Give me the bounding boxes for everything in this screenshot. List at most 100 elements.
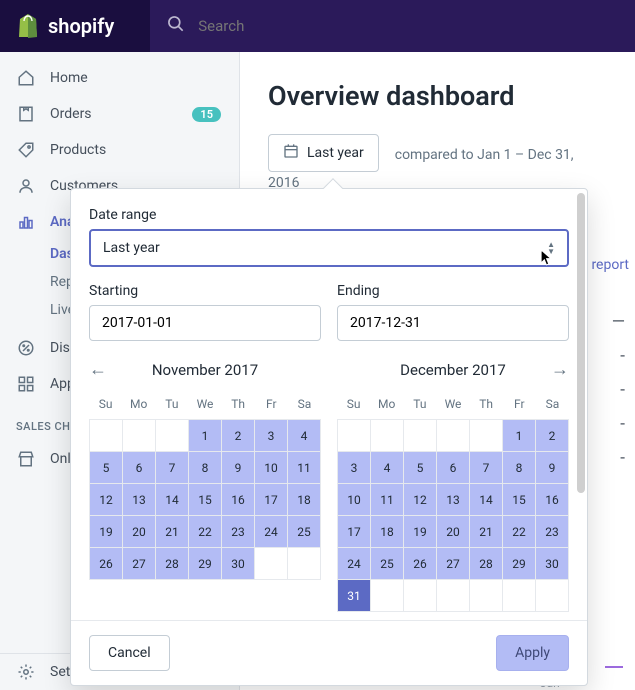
calendar-day[interactable]: 3 xyxy=(338,452,371,484)
calendar-day[interactable]: 12 xyxy=(404,484,437,516)
calendar-day[interactable]: 21 xyxy=(156,516,189,548)
calendar-day[interactable]: 25 xyxy=(288,516,321,548)
calendar-day[interactable]: 5 xyxy=(404,452,437,484)
calendar-day[interactable]: 24 xyxy=(338,548,371,580)
calendar-day xyxy=(156,420,189,452)
calendar-prev-icon[interactable]: ← xyxy=(89,359,107,381)
calendar-day[interactable]: 3 xyxy=(255,420,288,452)
cancel-button[interactable]: Cancel xyxy=(89,635,170,671)
sidebar-item-products[interactable]: Products xyxy=(0,132,239,168)
calendar-day[interactable]: 15 xyxy=(503,484,536,516)
calendar-day[interactable]: 4 xyxy=(371,452,404,484)
calendar-day[interactable]: 22 xyxy=(189,516,222,548)
calendar-day[interactable]: 28 xyxy=(470,548,503,580)
calendar-dow: Th xyxy=(222,391,255,417)
search-bar[interactable] xyxy=(150,0,635,52)
calendar-day xyxy=(536,580,569,612)
calendar-day xyxy=(371,420,404,452)
calendar-day[interactable]: 29 xyxy=(503,548,536,580)
calendar-day[interactable]: 14 xyxy=(156,484,189,516)
apps-icon xyxy=(16,374,36,394)
calendar-day[interactable]: 9 xyxy=(536,452,569,484)
calendar-day[interactable]: 20 xyxy=(123,516,156,548)
calendar-day[interactable]: 11 xyxy=(371,484,404,516)
calendar-day[interactable]: 1 xyxy=(189,420,222,452)
calendar-day[interactable]: 12 xyxy=(90,484,123,516)
calendar-day[interactable]: 13 xyxy=(123,484,156,516)
calendar-day[interactable]: 7 xyxy=(470,452,503,484)
calendar-day[interactable]: 9 xyxy=(222,452,255,484)
calendar-day xyxy=(503,580,536,612)
calendar-day[interactable]: 16 xyxy=(222,484,255,516)
discount-icon xyxy=(16,338,36,358)
calendar-day[interactable]: 23 xyxy=(536,516,569,548)
starting-label: Starting xyxy=(89,283,321,299)
calendar-day[interactable]: 2 xyxy=(222,420,255,452)
view-report-link[interactable]: report xyxy=(591,257,629,273)
calendar-day[interactable]: 4 xyxy=(288,420,321,452)
calendar-day[interactable]: 2 xyxy=(536,420,569,452)
chart-accent xyxy=(605,666,623,668)
calendar-day[interactable]: 6 xyxy=(123,452,156,484)
calendar-day[interactable]: 22 xyxy=(503,516,536,548)
calendar-day[interactable]: 11 xyxy=(288,452,321,484)
calendar-day[interactable]: 18 xyxy=(288,484,321,516)
calendar-day[interactable]: 27 xyxy=(437,548,470,580)
calendar-day[interactable]: 24 xyxy=(255,516,288,548)
calendar-day[interactable]: 27 xyxy=(123,548,156,580)
calendar-day[interactable]: 25 xyxy=(371,548,404,580)
calendar-day[interactable]: 10 xyxy=(338,484,371,516)
sidebar-item-home[interactable]: Home xyxy=(0,60,239,96)
apply-button[interactable]: Apply xyxy=(496,635,569,671)
calendar-dow: Sa xyxy=(536,391,569,417)
calendar-day[interactable]: 5 xyxy=(90,452,123,484)
analytics-icon xyxy=(16,212,36,232)
mouse-cursor-icon xyxy=(540,249,553,270)
ending-input[interactable] xyxy=(337,305,569,341)
calendar-day[interactable]: 28 xyxy=(156,548,189,580)
calendar-day xyxy=(437,580,470,612)
person-icon xyxy=(16,176,36,196)
calendar-dow: We xyxy=(436,391,469,417)
calendar-day[interactable]: 14 xyxy=(470,484,503,516)
calendar-day[interactable]: 30 xyxy=(222,548,255,580)
calendar-dow: Fr xyxy=(503,391,536,417)
logo: shopify xyxy=(0,12,130,40)
calendar-day[interactable]: 1 xyxy=(503,420,536,452)
date-range-button[interactable]: Last year xyxy=(268,134,379,172)
calendar-day[interactable]: 15 xyxy=(189,484,222,516)
calendar-day[interactable]: 8 xyxy=(189,452,222,484)
orders-badge: 15 xyxy=(192,107,221,122)
calendar-day[interactable]: 13 xyxy=(437,484,470,516)
calendar-day[interactable]: 16 xyxy=(536,484,569,516)
date-range-select[interactable]: Last year ▲▼ xyxy=(89,229,569,267)
calendar-day xyxy=(288,548,321,580)
popover-scrollbar[interactable] xyxy=(577,193,585,493)
starting-input[interactable] xyxy=(89,305,321,341)
calendar-day[interactable]: 7 xyxy=(156,452,189,484)
calendar-day[interactable]: 18 xyxy=(371,516,404,548)
calendar-day[interactable]: 20 xyxy=(437,516,470,548)
calendar-day[interactable]: 29 xyxy=(189,548,222,580)
calendar-day[interactable]: 17 xyxy=(255,484,288,516)
calendar-day[interactable]: 8 xyxy=(503,452,536,484)
store-icon xyxy=(16,449,36,469)
nav-label: Products xyxy=(50,142,106,158)
calendar-day[interactable]: 23 xyxy=(222,516,255,548)
calendar-day[interactable]: 26 xyxy=(404,548,437,580)
calendar-day[interactable]: 26 xyxy=(90,548,123,580)
calendar-day[interactable]: 6 xyxy=(437,452,470,484)
calendar-day[interactable]: 21 xyxy=(470,516,503,548)
calendar-day[interactable]: 17 xyxy=(338,516,371,548)
calendar-day[interactable]: 19 xyxy=(404,516,437,548)
calendar-day[interactable]: 10 xyxy=(255,452,288,484)
calendar-day[interactable]: 19 xyxy=(90,516,123,548)
date-range-label: Date range xyxy=(89,207,569,223)
sidebar-item-orders[interactable]: Orders 15 xyxy=(0,96,239,132)
calendar-dow: We xyxy=(188,391,221,417)
calendar-dow: Fr xyxy=(255,391,288,417)
calendar-day[interactable]: 31 xyxy=(338,580,371,612)
search-input[interactable] xyxy=(198,17,619,35)
calendar-next-icon[interactable]: → xyxy=(551,359,569,381)
calendar-day[interactable]: 30 xyxy=(536,548,569,580)
